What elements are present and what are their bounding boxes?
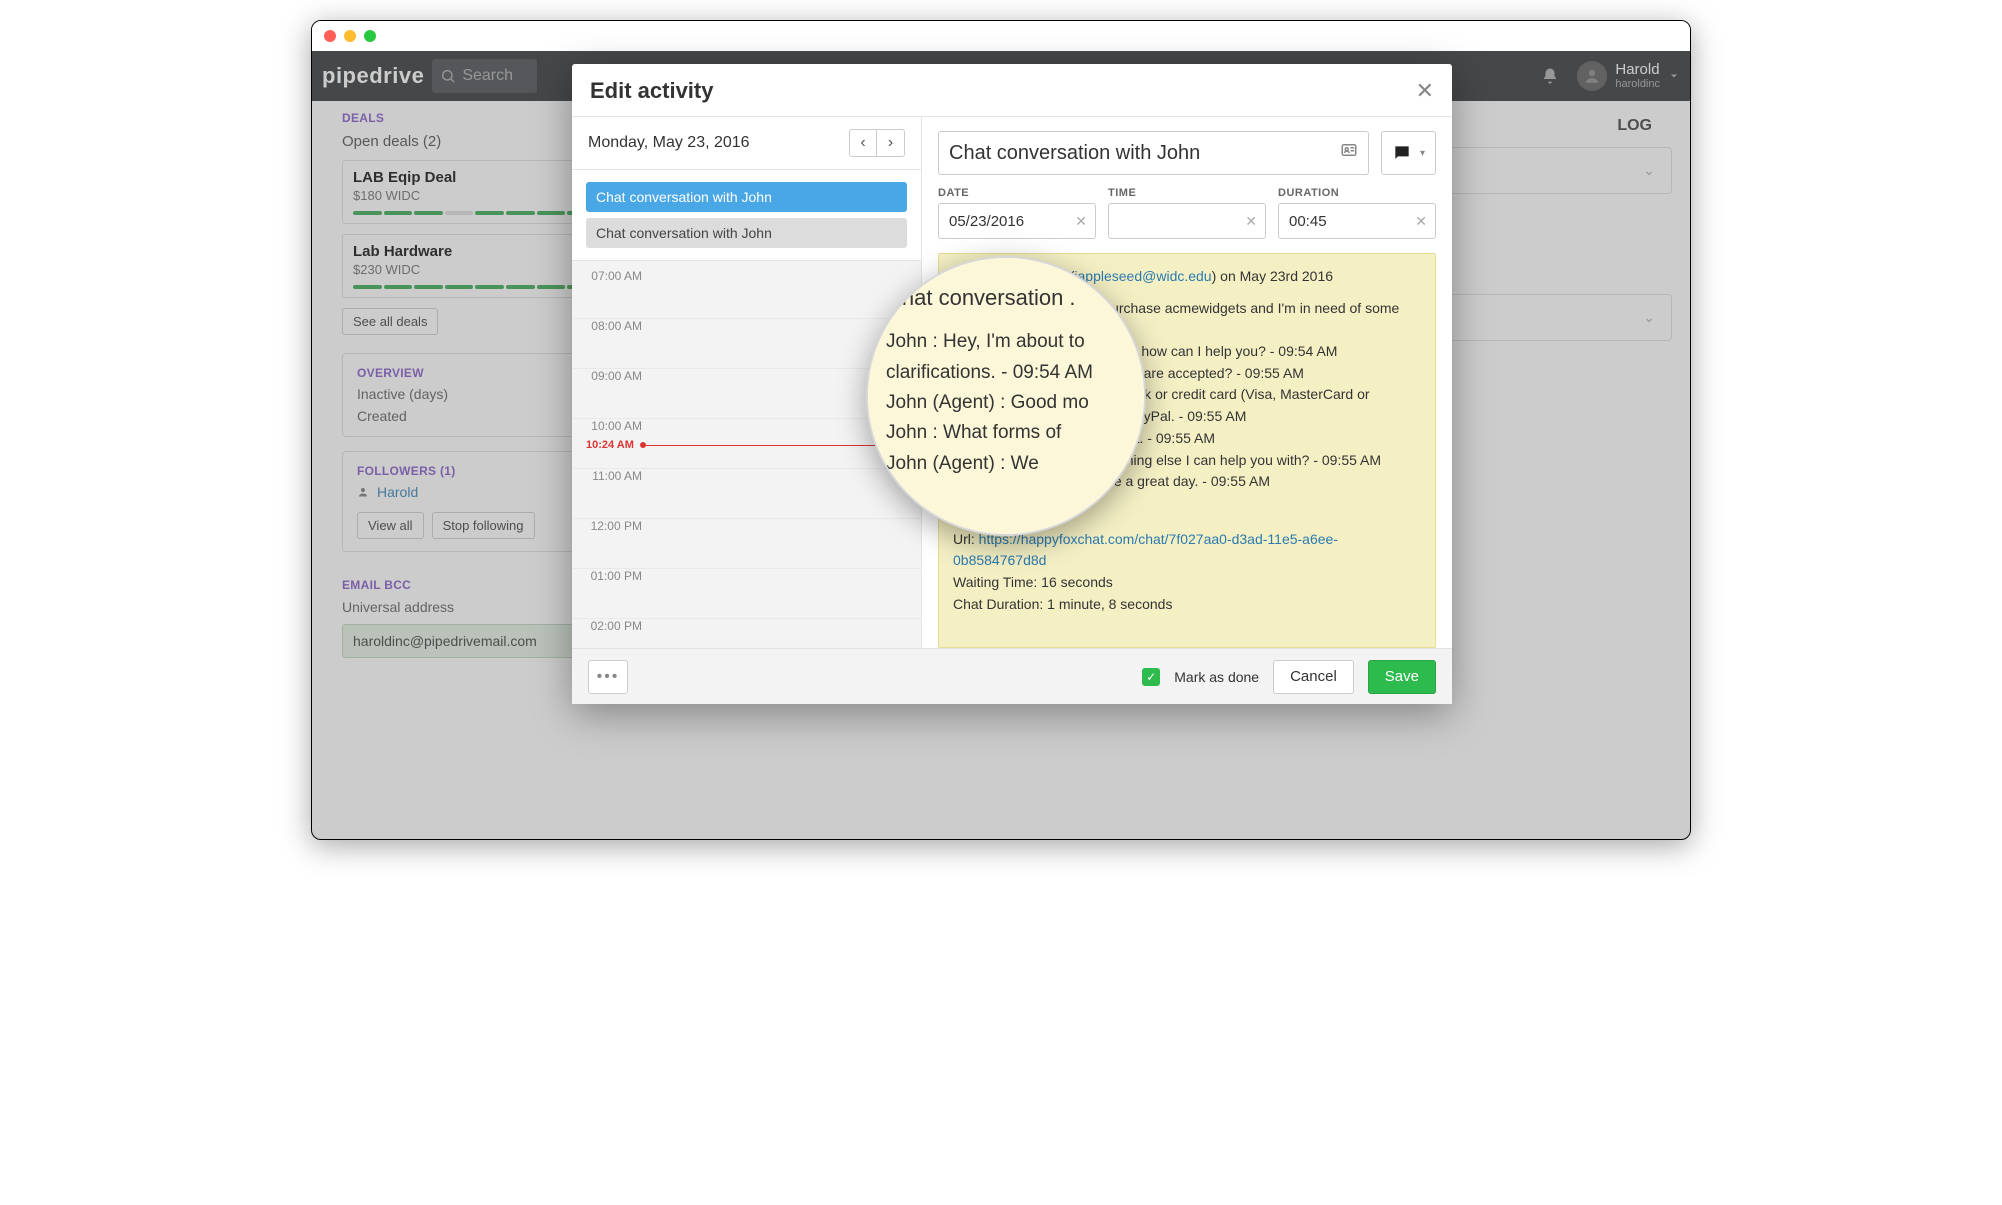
activity-item[interactable]: Chat conversation with John — [586, 218, 907, 248]
hour-label: 07:00 AM — [572, 269, 652, 283]
activity-title-input[interactable]: Chat conversation with John — [938, 131, 1369, 175]
prev-day-button[interactable]: ‹ — [849, 129, 877, 157]
note-from-suffix: ) on May 23rd 2016 — [1212, 268, 1333, 284]
duration-value: 00:45 — [1289, 213, 1327, 230]
chat-bubble-icon — [1392, 143, 1412, 163]
hour-label: 08:00 AM — [572, 319, 652, 333]
magnifier-line: clarifications. - 09:54 AM — [886, 358, 1126, 388]
magnifier-line: John (Agent) : Good mo — [886, 388, 1126, 418]
time-input[interactable]: ✕ — [1108, 203, 1266, 239]
magnifier-lens: Chat conversation . John : Hey, I'm abou… — [866, 256, 1146, 536]
clear-icon[interactable]: ✕ — [1415, 213, 1427, 230]
now-label: 10:24 AM — [586, 439, 634, 451]
cancel-button[interactable]: Cancel — [1273, 660, 1354, 694]
window-zoom-icon[interactable] — [364, 30, 376, 42]
note-duration: Chat Duration: 1 minute, 8 seconds — [953, 594, 1421, 616]
calendar-date: Monday, May 23, 2016 — [588, 134, 750, 152]
modal-title: Edit activity — [590, 78, 713, 104]
activity-title-value: Chat conversation with John — [949, 142, 1200, 165]
activity-type-button[interactable]: ▾ — [1381, 131, 1436, 175]
date-label: DATE — [938, 187, 1096, 199]
mac-titlebar — [312, 21, 1690, 51]
magnifier-title: Chat conversation . — [886, 280, 1126, 315]
hour-label: 02:00 PM — [572, 619, 652, 633]
magnifier-line: John : What forms of — [886, 418, 1126, 448]
date-value: 05/23/2016 — [949, 213, 1024, 230]
clear-icon[interactable]: ✕ — [1075, 213, 1087, 230]
note-url-link[interactable]: https://happyfoxchat.com/chat/7f027aa0-d… — [953, 531, 1338, 569]
close-icon[interactable]: ✕ — [1416, 78, 1434, 104]
app-window: pipedrive Search Harold haroldinc DEALS … — [311, 20, 1691, 840]
activity-item[interactable]: Chat conversation with John — [586, 182, 907, 212]
duration-input[interactable]: 00:45 ✕ — [1278, 203, 1436, 239]
time-label: TIME — [1108, 187, 1266, 199]
window-close-icon[interactable] — [324, 30, 336, 42]
mark-done-label: Mark as done — [1174, 669, 1259, 685]
hour-label: 01:00 PM — [572, 569, 652, 583]
hour-label: 09:00 AM — [572, 369, 652, 383]
clear-icon[interactable]: ✕ — [1245, 213, 1257, 230]
caret-down-icon: ▾ — [1420, 148, 1425, 159]
contact-card-icon[interactable] — [1340, 141, 1358, 165]
magnifier-line: John : Hey, I'm about to — [886, 327, 1126, 357]
magnifier-line: John (Agent) : We — [886, 449, 1126, 479]
hour-label: 11:00 AM — [572, 469, 652, 483]
more-button[interactable]: ••• — [588, 660, 628, 694]
hour-label: 12:00 PM — [572, 519, 652, 533]
next-day-button[interactable]: › — [877, 129, 905, 157]
duration-label: DURATION — [1278, 187, 1436, 199]
date-input[interactable]: 05/23/2016 ✕ — [938, 203, 1096, 239]
save-button[interactable]: Save — [1368, 660, 1436, 694]
note-waiting: Waiting Time: 16 seconds — [953, 572, 1421, 594]
hour-label: 10:00 AM — [572, 419, 652, 433]
mark-done-checkbox[interactable]: ✓ — [1142, 668, 1160, 686]
window-minimize-icon[interactable] — [344, 30, 356, 42]
